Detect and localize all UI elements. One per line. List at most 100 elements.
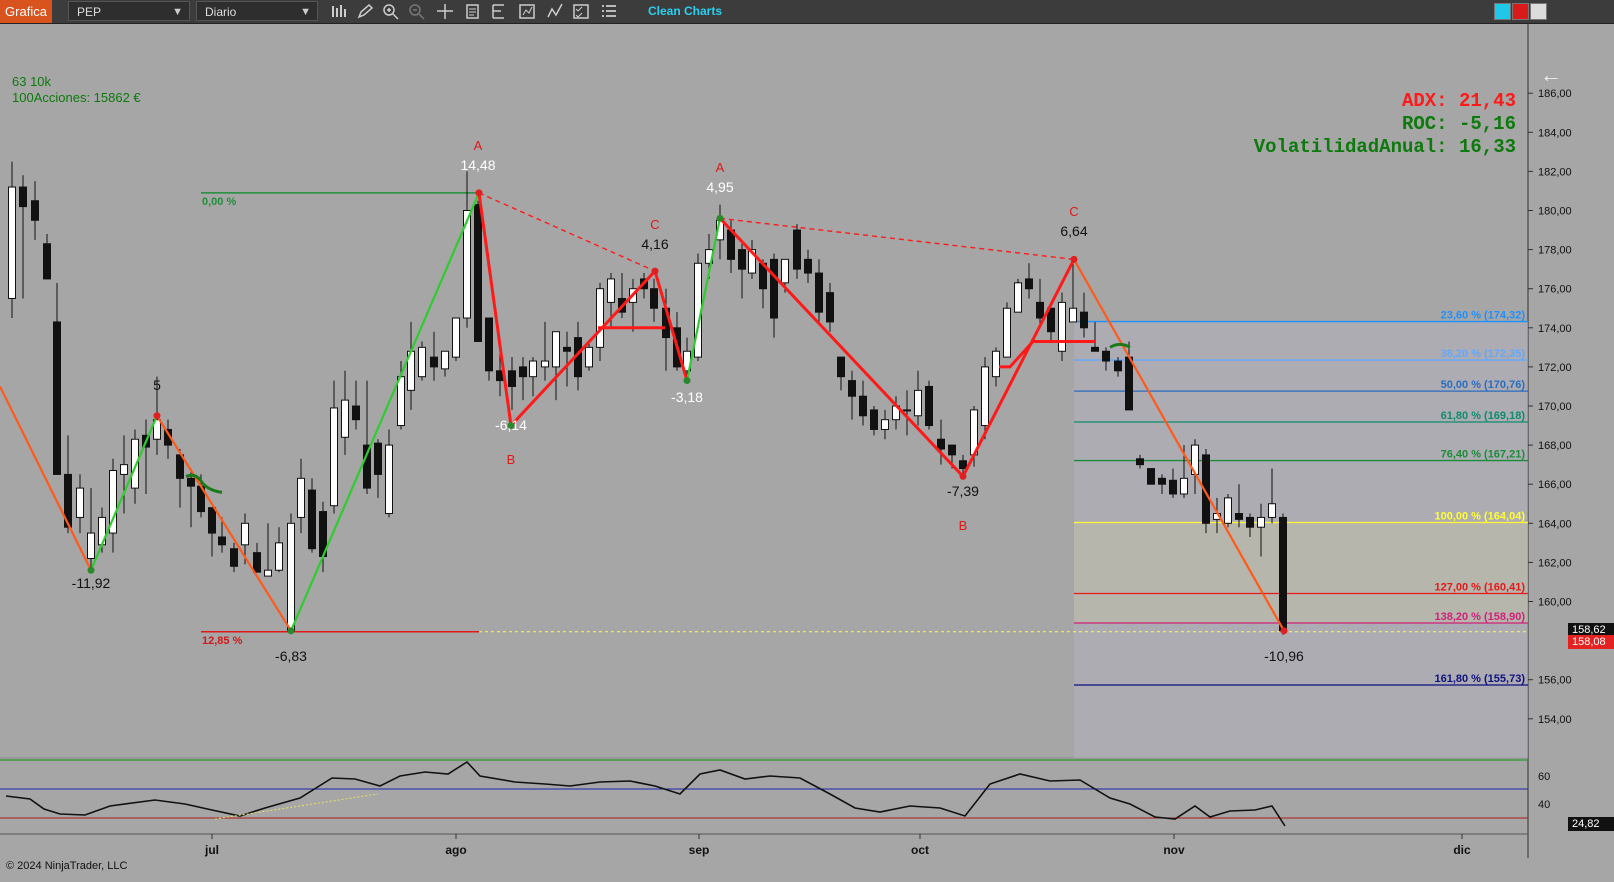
pivot-dot — [287, 627, 295, 635]
time-tick-label: dic — [1453, 843, 1471, 857]
candle-body — [1125, 356, 1133, 411]
price-tick-label: 166,00 — [1538, 479, 1572, 491]
wave-letter: A — [474, 138, 483, 153]
pivot-dot — [651, 267, 659, 275]
candle-body — [352, 405, 360, 421]
app-tab[interactable]: Grafica — [0, 0, 52, 23]
pivot-dot — [87, 566, 95, 574]
properties-icon[interactable] — [464, 3, 482, 20]
window-color-cyan-button[interactable] — [1494, 3, 1511, 20]
candle-body — [208, 507, 216, 534]
candle-body — [815, 272, 823, 313]
candle-body — [275, 542, 283, 571]
pivot-label: -6,83 — [275, 648, 307, 664]
pivot-dot — [683, 377, 691, 385]
candle-body — [1257, 516, 1265, 528]
candle-body — [187, 477, 195, 487]
oscillator-last-flag: 24,82 — [1568, 817, 1614, 831]
window-color-red-button[interactable] — [1512, 3, 1529, 20]
copyright: © 2024 NinjaTrader, LLC — [6, 860, 128, 872]
period-value: Diario — [205, 5, 237, 19]
candle-body — [87, 532, 95, 559]
fib-label: 138,20 % (158,90) — [1434, 611, 1525, 623]
candle-body — [474, 204, 482, 342]
pivot-label: 4,16 — [641, 236, 668, 252]
pivot-dot — [716, 214, 724, 222]
price-tick-label: 182,00 — [1538, 166, 1572, 178]
candle-body — [1158, 477, 1166, 485]
chart-toolbar: Grafica PEP ▼ Diario ▼ Clean Charts — [0, 0, 1614, 24]
chart-area[interactable]: 23,60 % (174,32) 38,20 % (172,35) 50,00 % … — [0, 24, 1614, 882]
zoom-out-icon[interactable] — [408, 3, 426, 20]
candle-body — [8, 186, 16, 299]
candle-body — [870, 409, 878, 430]
oscillator-line — [5, 760, 1286, 827]
volatility-readout: VolatilidadAnual: 16,33 — [1253, 136, 1516, 158]
clean-charts-label[interactable]: Clean Charts — [648, 0, 722, 23]
time-tick-label: jul — [204, 843, 219, 857]
window-color-white-button[interactable] — [1530, 3, 1547, 20]
price-tick-label: 168,00 — [1538, 440, 1572, 452]
candle-body — [374, 442, 382, 475]
price-tick-label: 160,00 — [1538, 597, 1572, 609]
fib-label: 76,40 % (167,21) — [1441, 449, 1526, 461]
candle-body — [1180, 477, 1188, 495]
candle-body — [120, 464, 128, 475]
candle-body — [1224, 497, 1232, 524]
indicators-icon[interactable] — [546, 3, 564, 20]
pivot-dot — [153, 412, 161, 420]
zoom-in-icon[interactable] — [382, 3, 400, 20]
period-selector[interactable]: Diario ▼ — [196, 1, 318, 21]
data-box-icon[interactable] — [490, 3, 508, 20]
candle-body — [793, 229, 801, 270]
instrument-value: PEP — [77, 5, 102, 19]
price-tick-label: 164,00 — [1538, 518, 1572, 530]
candle-body — [585, 346, 593, 368]
checklist-icon[interactable] — [572, 3, 590, 20]
time-tick-label: sep — [689, 843, 710, 857]
pivot-label: -7,39 — [947, 483, 979, 499]
candle-body — [541, 360, 549, 368]
candle-body — [253, 552, 261, 573]
back-arrow-icon[interactable]: ← — [1540, 62, 1562, 88]
candle-body — [1147, 468, 1155, 485]
candle-body — [650, 288, 658, 309]
candle-body — [607, 278, 615, 303]
projection-zone-highlight — [1074, 522, 1528, 624]
candle-body — [230, 548, 238, 567]
bar-type-icon[interactable] — [330, 3, 348, 20]
oscillator-tick-label: 40 — [1538, 799, 1550, 811]
candle-body — [563, 346, 571, 352]
candle-body — [903, 409, 911, 412]
candle-body — [31, 200, 39, 221]
candle-body — [1102, 350, 1110, 362]
candle-body — [770, 258, 778, 319]
candle-body — [914, 389, 922, 417]
price-tick-label: 178,00 — [1538, 245, 1572, 257]
pivot-label: -11,92 — [72, 575, 111, 591]
candle-body — [959, 460, 967, 470]
pivot-label: -6,14 — [495, 417, 527, 433]
candle-body — [341, 399, 349, 438]
candle-body — [297, 477, 305, 518]
pivot-label: 6,64 — [1060, 223, 1087, 239]
pencil-icon[interactable] — [356, 3, 374, 20]
price-tick-label: 184,00 — [1538, 127, 1572, 139]
strategies-icon[interactable] — [518, 3, 536, 20]
candle-body — [529, 360, 537, 378]
candle-body — [418, 346, 426, 378]
instrument-selector[interactable]: PEP ▼ — [68, 1, 190, 21]
candle-body — [925, 385, 933, 427]
chevron-down-icon: ▼ — [172, 6, 183, 18]
list-icon[interactable] — [600, 3, 618, 20]
pivot-label: 14,48 — [460, 157, 495, 173]
wave-letter: A — [716, 160, 725, 175]
pivot-dot — [475, 189, 483, 197]
left-fib-top-label: 0,00 % — [202, 196, 236, 208]
crosshair-icon[interactable] — [436, 3, 454, 20]
candle-body — [308, 489, 316, 550]
fib-label: 100,00 % (164,04) — [1434, 511, 1525, 523]
shares-line: 100Acciones: 15862 € — [12, 90, 141, 105]
candle-body — [738, 249, 746, 270]
pivot-label: 5 — [153, 377, 161, 393]
